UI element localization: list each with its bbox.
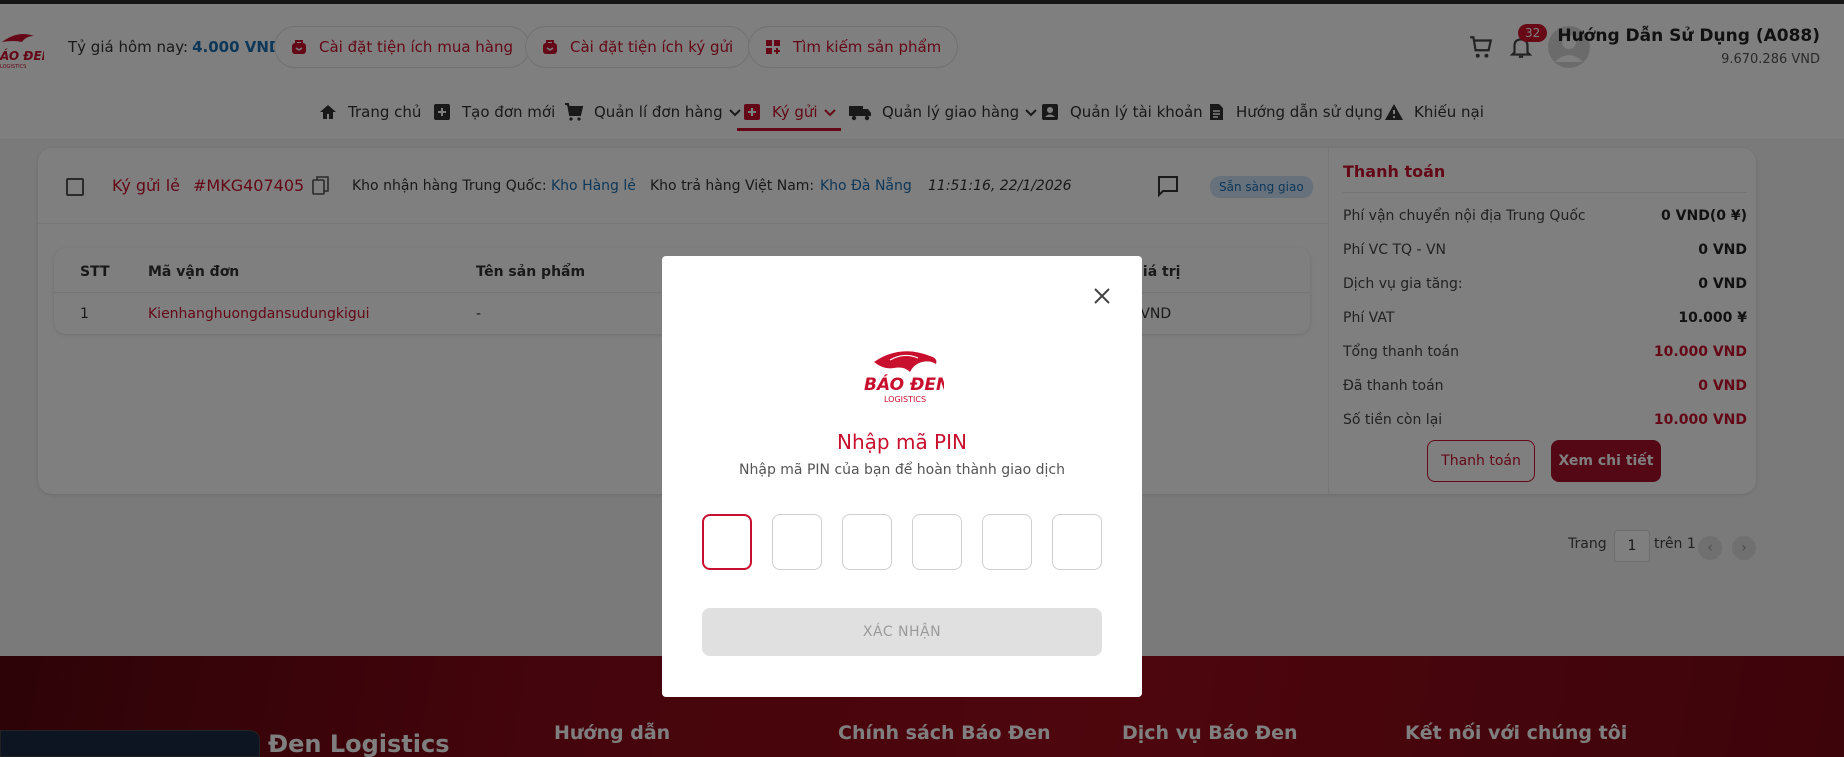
pin-digit-2[interactable] (772, 514, 822, 570)
pin-digit-5[interactable] (982, 514, 1032, 570)
pin-digit-1[interactable] (702, 514, 752, 570)
modal-subtitle: Nhập mã PIN của bạn để hoàn thành giao d… (739, 462, 1065, 478)
logo-subtext: LOGISTICS (884, 395, 926, 404)
pin-digit-3[interactable] (842, 514, 892, 570)
pin-modal: BÁO ĐEN LOGISTICS Nhập mã PIN Nhập mã PI… (662, 256, 1142, 697)
brand-logo: BÁO ĐEN LOGISTICS (864, 351, 944, 404)
logo-text: BÁO ĐEN (864, 373, 944, 395)
close-icon[interactable] (1090, 284, 1114, 308)
pin-digit-6[interactable] (1052, 514, 1102, 570)
confirm-button[interactable]: XÁC NHẬN (702, 608, 1102, 656)
modal-title: Nhập mã PIN (837, 430, 967, 454)
pin-digit-4[interactable] (912, 514, 962, 570)
